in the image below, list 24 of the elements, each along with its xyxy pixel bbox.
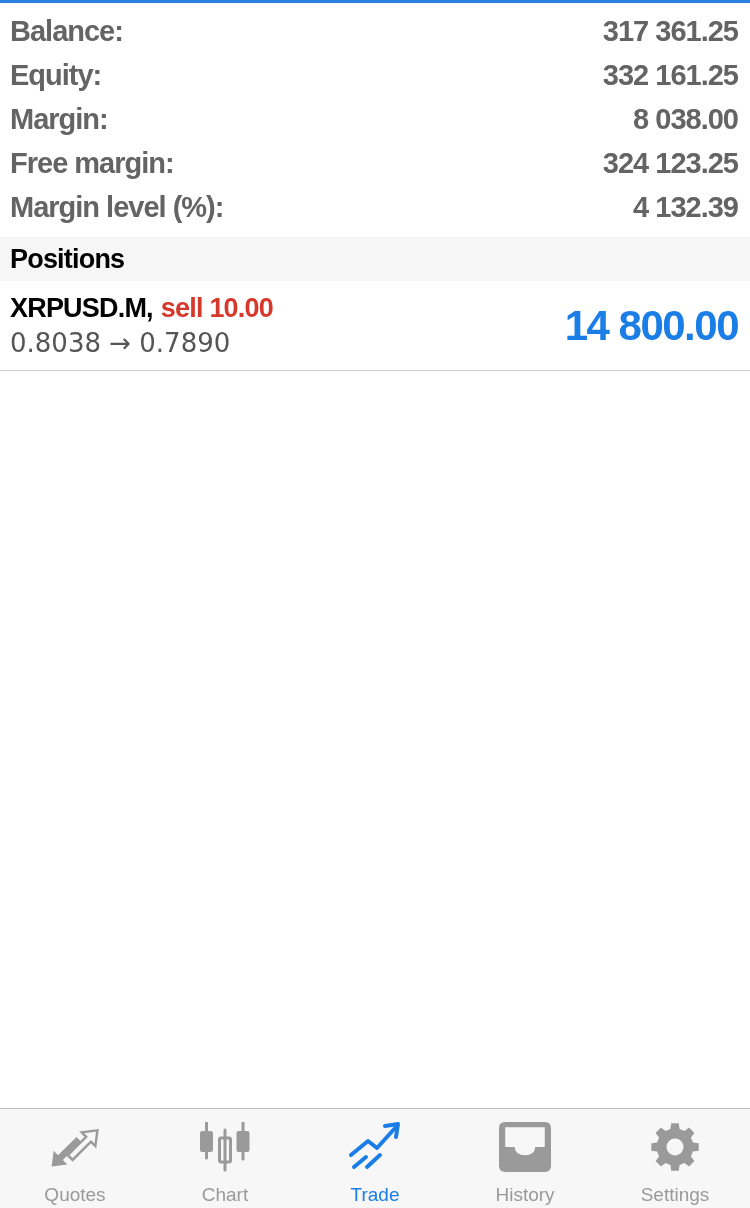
tab-bar-item[interactable]: Settings [600,1109,750,1208]
account-label: Margin: [10,102,108,136]
tab-bar-item[interactable]: Quotes [0,1109,150,1208]
account-value: 317 361.25 [602,14,738,48]
tab-bar-item[interactable]: Chart [150,1109,300,1208]
account-label: Balance: [10,14,123,48]
account-value: 324 123.25 [602,146,738,180]
section-header: Positions [0,237,750,281]
tab-bar-item[interactable]: Trade [300,1109,450,1208]
position-symbol: XRPUSD.M, [10,293,153,324]
account-value: 332 161.25 [602,58,738,92]
position-profit: 14 800.00 [564,301,738,350]
trend-arrow-icon [349,1122,401,1172]
settings-icon [649,1122,701,1172]
account-label: Margin level (%): [10,190,224,224]
account-value: 8 038.00 [633,102,738,136]
tab-bar-item[interactable]: History [450,1109,600,1208]
account-label: Equity: [10,58,102,92]
candlestick-icon [199,1122,251,1172]
account-label: Free margin: [10,146,174,180]
account-value: 4 132.39 [633,190,738,224]
inbox-tray-icon [499,1122,551,1172]
order-type: sell 10.00 [160,293,273,324]
price-change: 0.8038 → 0.7890 [10,328,232,358]
